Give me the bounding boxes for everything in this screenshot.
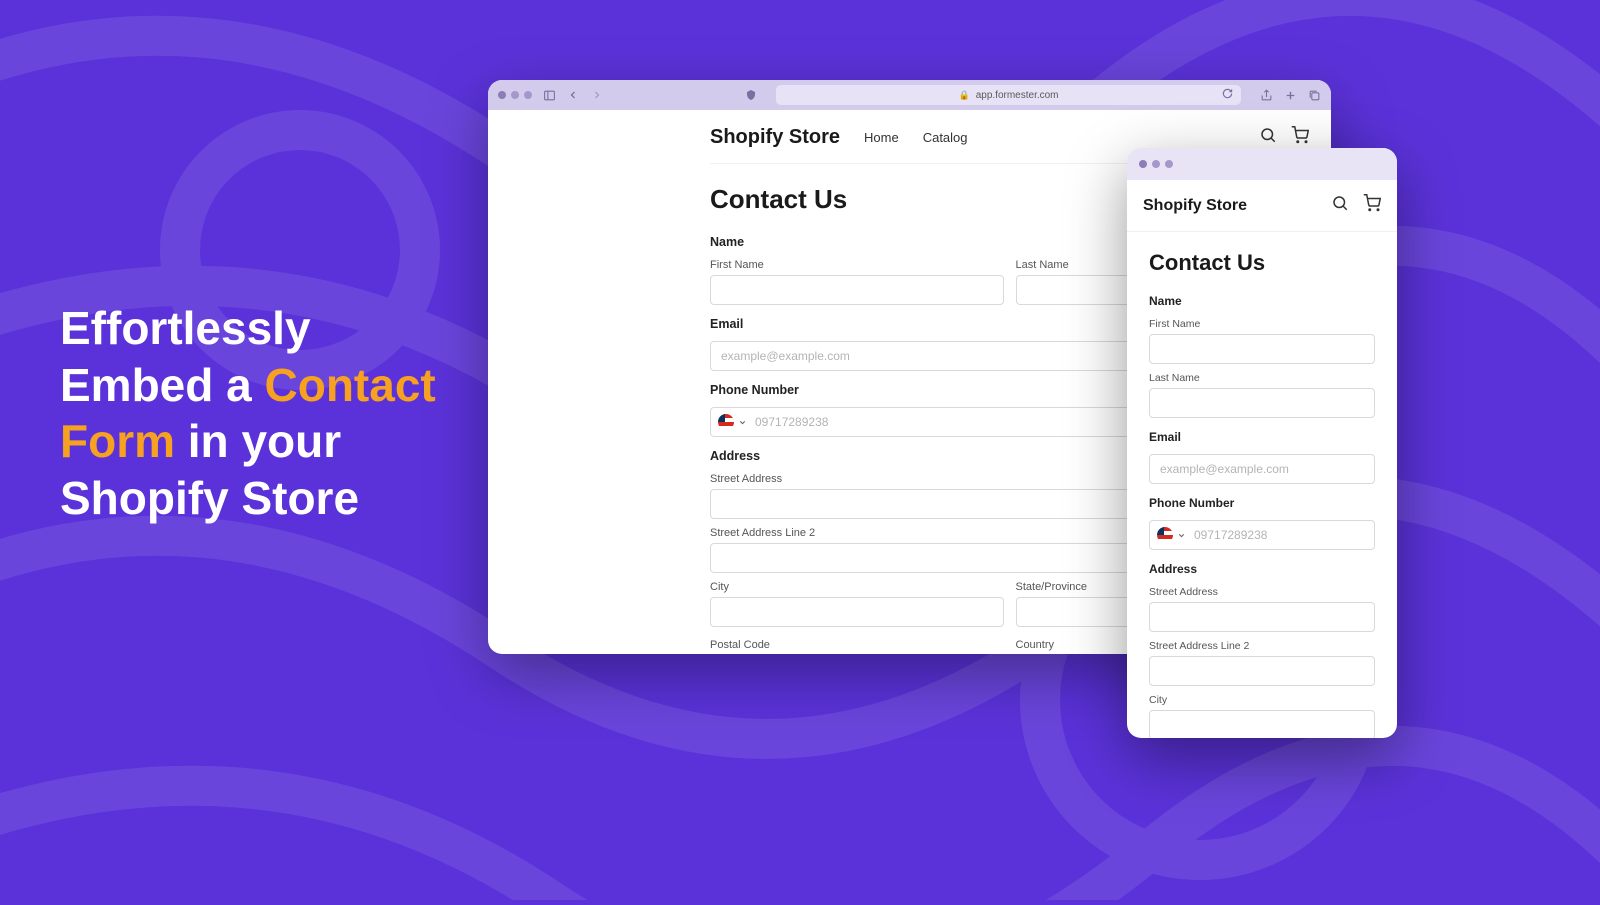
back-icon[interactable] [566,88,580,102]
m-email-input[interactable] [1149,454,1375,484]
forward-icon[interactable] [590,88,604,102]
new-tab-icon[interactable] [1283,88,1297,102]
m-phone-label: Phone Number [1149,496,1375,510]
city-input[interactable] [710,597,1004,627]
url-text: app.formester.com [976,90,1059,101]
cart-icon[interactable] [1291,126,1309,149]
mobile-toolbar [1127,148,1397,180]
us-flag-icon [718,414,734,430]
cart-icon[interactable] [1363,194,1381,217]
m-city-label: City [1149,694,1375,706]
mobile-store-header: Shopify Store [1127,180,1397,232]
shield-icon[interactable] [744,88,758,102]
m-city-input[interactable] [1149,710,1375,738]
m-first-name-input[interactable] [1149,334,1375,364]
hero-line3: Shopify Store [60,472,359,524]
m-address-label: Address [1149,562,1375,576]
mobile-page-title: Contact Us [1149,250,1375,276]
chevron-down-icon [1177,531,1186,540]
sidebar-toggle-icon[interactable] [542,88,556,102]
us-flag-icon [1157,527,1173,543]
m-country-code-selector[interactable] [1157,527,1186,543]
search-icon[interactable] [1259,126,1277,149]
m-last-name-label: Last Name [1149,372,1375,384]
address-bar[interactable]: 🔒 app.formester.com [776,85,1241,105]
first-name-label: First Name [710,259,1004,271]
mobile-store-title: Shopify Store [1143,197,1247,215]
postal-label: Postal Code [710,639,1004,651]
share-icon[interactable] [1259,88,1273,102]
store-title: Shopify Store [710,126,840,149]
mobile-window-controls[interactable] [1139,160,1173,168]
m-first-name-label: First Name [1149,318,1375,330]
browser-toolbar: 🔒 app.formester.com [488,80,1331,110]
mobile-page-content: Contact Us Name First Name Last Name Ema… [1127,232,1397,738]
m-street-label: Street Address [1149,586,1375,598]
city-label: City [710,581,1004,593]
hero-line2b: in your [175,415,341,467]
m-street2-input[interactable] [1149,656,1375,686]
hero-line1: Effortlessly [60,302,311,354]
country-code-selector[interactable] [718,414,747,430]
m-name-label: Name [1149,294,1375,308]
lock-icon: 🔒 [958,90,969,101]
m-street-input[interactable] [1149,602,1375,632]
search-icon[interactable] [1331,194,1349,217]
chevron-down-icon [738,418,747,427]
first-name-input[interactable] [710,275,1004,305]
window-controls[interactable] [498,91,532,99]
nav-home[interactable]: Home [864,130,899,145]
m-email-label: Email [1149,430,1375,444]
reload-icon[interactable] [1222,88,1233,102]
m-last-name-input[interactable] [1149,388,1375,418]
tabs-icon[interactable] [1307,88,1321,102]
mobile-browser-window: Shopify Store Contact Us Name First Name… [1127,148,1397,738]
hero-headline: Effortlessly Embed a Contact Form in you… [60,300,460,526]
m-street2-label: Street Address Line 2 [1149,640,1375,652]
hero-line2a: Embed a [60,359,265,411]
nav-catalog[interactable]: Catalog [923,130,968,145]
